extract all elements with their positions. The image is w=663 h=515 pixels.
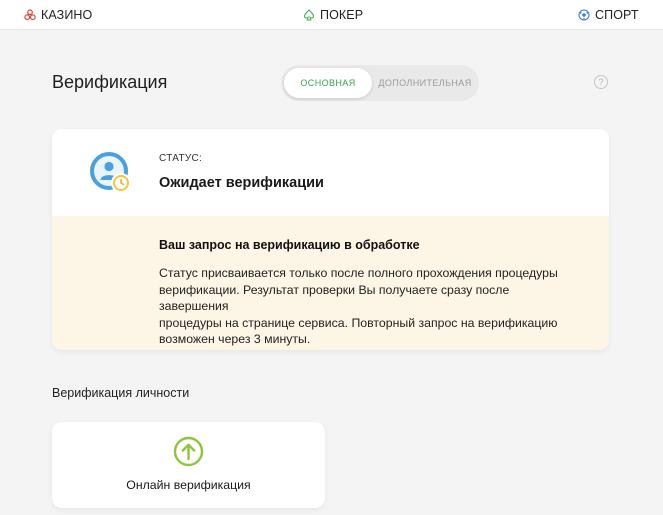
status-header: СТАТУС: Ожидает верификации <box>52 129 609 216</box>
nav-sport[interactable]: СПОРТ <box>578 0 639 30</box>
nav-poker-label: ПОКЕР <box>320 8 364 22</box>
verification-tabs: ОСНОВНАЯ ДОПОЛНИТЕЛЬНАЯ <box>281 65 479 101</box>
nav-casino[interactable]: КАЗИНО <box>24 0 92 30</box>
casino-icon <box>24 9 36 21</box>
ball-icon <box>578 9 590 21</box>
status-card: СТАТУС: Ожидает верификации Ваш запрос н… <box>52 129 609 350</box>
notice-line: верификации. Результат проверки Вы получ… <box>159 282 510 314</box>
tab-main[interactable]: ОСНОВНАЯ <box>284 68 372 98</box>
notice-text: Статус присваивается только после полног… <box>159 265 569 348</box>
nav-casino-label: КАЗИНО <box>41 8 93 22</box>
nav-sport-label: СПОРТ <box>595 8 639 22</box>
status-label: СТАТУС: <box>159 153 203 164</box>
online-verification-button[interactable]: Онлайн верификация <box>52 422 325 508</box>
spade-icon <box>303 9 315 21</box>
page-title: Верификация <box>52 72 168 92</box>
notice-line: возможен через 3 минуты. <box>159 332 311 346</box>
online-verification-label: Онлайн верификация <box>126 478 251 492</box>
upload-arrow-icon <box>173 436 204 472</box>
notice-title: Ваш запрос на верификацию в обработке <box>159 238 420 252</box>
status-value: Ожидает верификации <box>159 175 324 191</box>
notice-line: процедуры на странице сервиса. Повторный… <box>159 315 558 330</box>
notice-line: Статус присваивается только после полног… <box>159 266 558 280</box>
help-icon[interactable]: ? <box>594 75 608 89</box>
top-navigation: КАЗИНО ПОКЕР СПОРТ <box>0 0 663 30</box>
pending-user-icon <box>89 151 135 202</box>
nav-poker[interactable]: ПОКЕР <box>303 0 363 30</box>
section-title: Верификация личности <box>52 386 190 400</box>
tab-additional[interactable]: ДОПОЛНИТЕЛЬНАЯ <box>375 68 475 98</box>
status-notice: Ваш запрос на верификацию в обработке Ст… <box>52 216 609 350</box>
